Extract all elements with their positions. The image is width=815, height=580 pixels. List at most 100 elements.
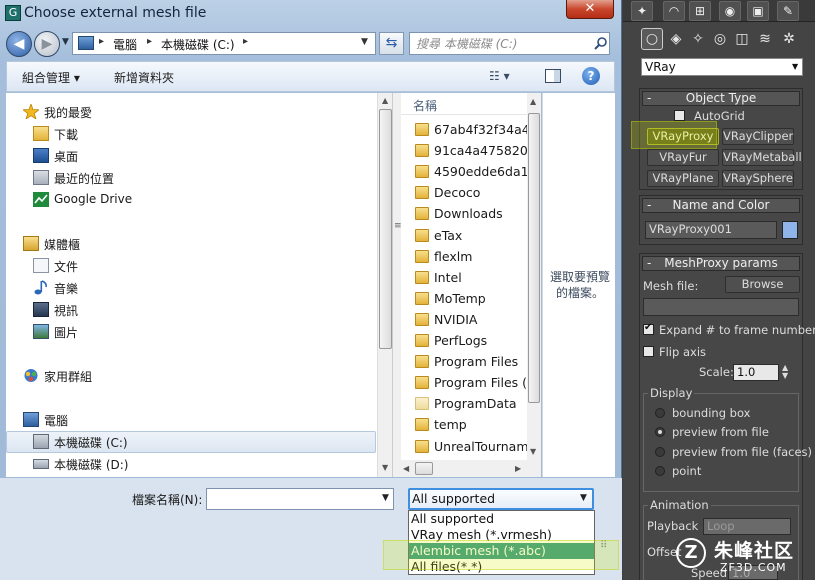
file-list-item[interactable]: temp [415,415,527,435]
modify-tab-icon[interactable]: ◠ [663,1,685,21]
breadcrumb-computer[interactable]: 電腦 [113,36,137,53]
music-icon [34,280,47,295]
geometry-icon[interactable]: ○ [642,29,662,49]
file-list-item[interactable]: Program Files [415,352,527,372]
file-list-item[interactable]: flexlm [415,247,527,267]
chevron-right-icon[interactable]: ▸ [147,36,152,47]
scroll-right-icon[interactable]: ▶ [515,464,521,473]
scale-spinner-field[interactable]: 1.0 [733,364,779,381]
filetype-option[interactable]: All supported [409,511,594,527]
file-list-item[interactable]: 67ab4f32f34a47 [415,120,527,140]
back-button[interactable]: ◀ [6,31,32,57]
cameras-icon[interactable]: ◎ [710,29,730,49]
chevron-down-icon[interactable]: ▼ [382,493,389,503]
filename-input[interactable] [211,491,371,507]
scroll-left-icon[interactable]: ◀ [403,464,409,473]
address-dropdown-icon[interactable]: ▼ [361,37,368,47]
title-bar: G Choose external mesh file ✕ [0,0,622,27]
nav-scrollbar[interactable]: ▲ ▼ [377,93,392,477]
scroll-thumb[interactable] [528,113,540,403]
display-radio-preview[interactable] [655,427,665,437]
rollout-header[interactable]: - Object Type [642,91,800,106]
chevron-right-icon[interactable]: ▸ [99,36,104,47]
object-color-swatch[interactable] [782,221,798,239]
change-view-button[interactable]: ☷ ▾ [489,69,510,83]
file-list-item[interactable]: eTax [415,226,527,246]
file-list-item[interactable]: PerfLogs [415,331,527,351]
display-radio-preview-faces[interactable] [655,447,665,457]
scroll-down-icon[interactable]: ▼ [530,447,536,456]
file-list-item[interactable]: MoTemp [415,289,527,309]
breadcrumb-drive-c[interactable]: 本機磁碟 (C:) [161,36,235,53]
file-list-item[interactable]: Intel [415,268,527,288]
organize-button[interactable]: 組合管理 ▾ [22,69,80,86]
scroll-down-icon[interactable]: ▼ [382,463,388,472]
spacewarps-icon[interactable]: ≋ [755,29,775,49]
file-list-item[interactable]: NVIDIA [415,310,527,330]
forward-button[interactable]: ▶ [34,31,60,57]
search-input[interactable] [416,35,586,52]
vraysphere-button[interactable]: VRaySphere [722,170,794,187]
column-header-name[interactable]: 名稱 [413,97,437,114]
browse-button[interactable]: Browse [725,276,800,293]
utilities-tab-icon[interactable]: ✎ [777,1,799,21]
pane-splitter[interactable]: ≡ [392,93,402,477]
flip-axis-checkbox[interactable] [643,346,654,357]
file-list-item[interactable]: 4590edde6da12 [415,162,527,182]
file-list-item[interactable]: Decoco [415,183,527,203]
recent-pages-dropdown[interactable]: ▼ [62,37,69,47]
lights-icon[interactable]: ✧ [688,29,708,49]
vrayclipper-button[interactable]: VRayClipper [722,128,794,145]
scroll-up-icon[interactable]: ▲ [530,97,536,106]
chevron-right-icon[interactable]: ▸ [243,36,248,47]
search-icon[interactable] [594,36,608,50]
file-list-vertical-scrollbar[interactable]: ▲ ▼ [527,93,541,460]
scroll-thumb[interactable] [415,462,433,475]
shapes-icon[interactable]: ◈ [666,29,686,49]
hierarchy-tab-icon[interactable]: ⊞ [689,1,711,21]
display-radio-point[interactable] [655,466,665,476]
playback-dropdown[interactable]: Loop [703,518,791,535]
scroll-thumb[interactable] [379,109,392,349]
refresh-button[interactable]: ⇆ [379,32,404,55]
address-bar[interactable]: ▸ 電腦 ▸ 本機磁碟 (C:) ▸ ▼ [72,32,376,55]
autogrid-checkbox[interactable] [674,110,685,121]
create-tab-icon[interactable]: ✦ [631,1,653,21]
watermark: Z 朱峰社区 ZF3D.COM [676,536,812,578]
rollout-header[interactable]: - MeshProxy params [642,256,800,271]
file-list-horizontal-scrollbar[interactable]: ◀ ▶ [401,460,541,477]
display-radio-bounding-box[interactable] [655,408,665,418]
pictures-icon [33,324,49,339]
new-folder-button[interactable]: 新增資料夾 [114,69,174,86]
scroll-up-icon[interactable]: ▲ [382,96,388,105]
search-box[interactable] [409,32,610,55]
file-list-item[interactable]: 91ca4a475820c [415,141,527,161]
column-header[interactable]: 名稱 [401,93,527,115]
vraymetaball-button[interactable]: VRayMetaball [722,149,802,166]
file-list-item[interactable]: ProgramData [415,394,527,414]
drive-icon [33,459,49,469]
chevron-down-icon[interactable]: ▼ [580,493,587,503]
chevron-down-icon[interactable]: ▼ [792,62,798,71]
file-list-item[interactable]: Downloads [415,204,527,224]
annotation-highlight [383,540,619,570]
systems-icon[interactable]: ✲ [779,29,799,49]
vrayplane-button[interactable]: VRayPlane [647,170,719,187]
mesh-file-path-field[interactable] [643,298,799,316]
object-name-field[interactable]: VRayProxy001 [645,221,777,239]
motion-tab-icon[interactable]: ◉ [719,1,741,21]
display-tab-icon[interactable]: ▣ [747,1,769,21]
spinner-arrows-icon[interactable]: ▲ ▼ [782,364,788,380]
close-button[interactable]: ✕ [566,0,614,19]
preview-pane-button[interactable] [545,69,561,83]
filetype-dropdown[interactable]: All supported ▼ [408,488,594,510]
file-list-item[interactable]: Program Files (x [415,373,527,393]
vrayfur-button[interactable]: VRayFur [647,149,719,166]
expand-frame-checkbox[interactable] [643,322,654,335]
rollout-header[interactable]: - Name and Color [642,198,800,213]
help-button[interactable]: ? [582,67,600,85]
filename-combobox[interactable]: ▼ [206,488,394,510]
object-category-dropdown[interactable]: VRay ▼ [641,58,803,76]
helpers-icon[interactable]: ◫ [732,29,752,49]
file-list-item[interactable]: UnrealTournam [415,437,527,457]
